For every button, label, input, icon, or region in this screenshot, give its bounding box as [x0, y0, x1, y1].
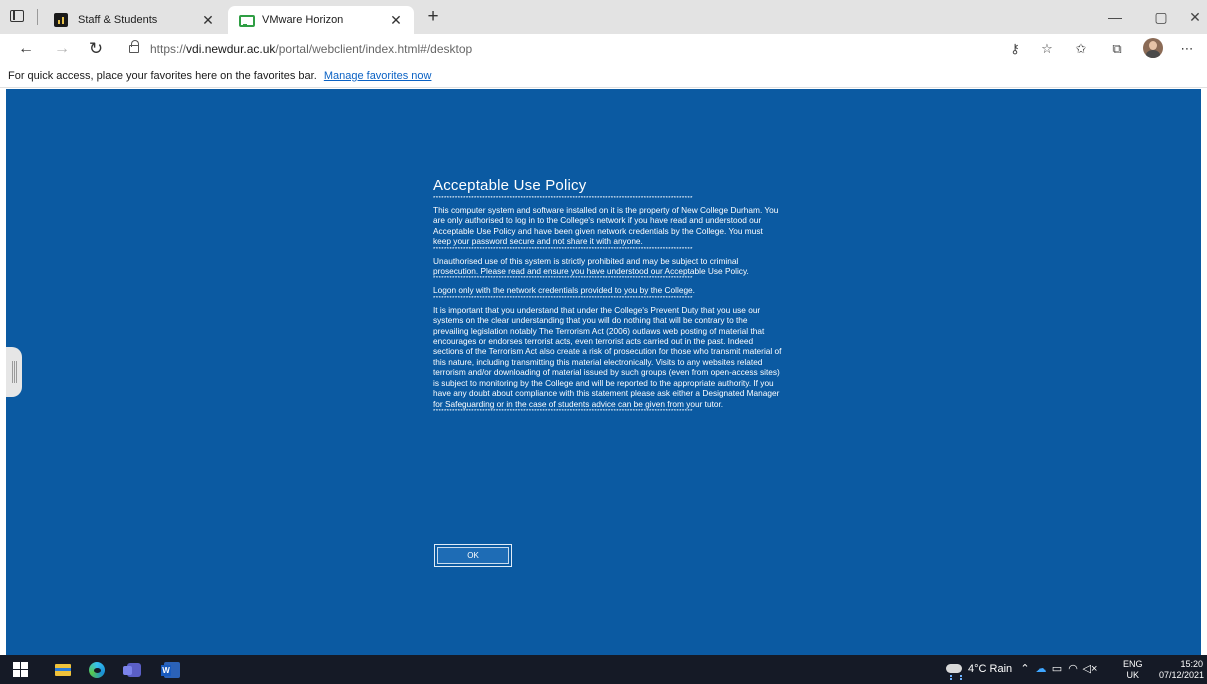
clock-time: 15:20 [1180, 659, 1203, 669]
vmware-horizon-icon [238, 13, 255, 27]
taskbar-clock[interactable]: 15:20 07/12/2021 [1159, 659, 1205, 681]
windows-start-icon[interactable] [10, 659, 32, 680]
favorites-bar-text: For quick access, place your favorites h… [8, 70, 431, 82]
weather-rain-icon[interactable] [946, 662, 962, 678]
weather-text[interactable]: 4°C Rain [968, 655, 1012, 684]
favorites-bar-message: For quick access, place your favorites h… [8, 70, 317, 82]
back-arrow-icon[interactable]: ← [14, 38, 38, 60]
divider-stars: ****************************************… [433, 276, 693, 283]
browser-toolbar: ← → ↻ https://vdi.newdur.ac.uk/portal/we… [0, 34, 1207, 64]
divider-stars: ****************************************… [433, 246, 693, 253]
key-icon[interactable]: ⚷ [1004, 39, 1026, 59]
close-window-button[interactable]: ✕ [1172, 6, 1207, 28]
battery-icon[interactable]: ▭ [1050, 655, 1064, 684]
policy-paragraph-4: It is important that you understand that… [433, 304, 782, 409]
remote-desktop-area[interactable]: Acceptable Use Policy ******************… [6, 89, 1201, 655]
policy-paragraph-2: Unauthorised use of this system is stric… [433, 255, 749, 277]
favorites-bar: For quick access, place your favorites h… [0, 64, 1207, 88]
ok-button[interactable]: OK [434, 544, 512, 567]
tab-title: VMware Horizon [262, 14, 344, 26]
url-host: vdi.newdur.ac.uk [186, 42, 276, 56]
tab-staff-students[interactable]: Staff & Students ✕ [44, 6, 226, 34]
volume-icon[interactable]: ◁× [1082, 655, 1098, 684]
divider-stars: ****************************************… [433, 408, 693, 415]
add-favorite-icon[interactable]: ☆ [1036, 39, 1058, 59]
tab-title: Staff & Students [78, 14, 158, 26]
new-tab-button[interactable]: + [422, 7, 444, 28]
lock-icon[interactable] [129, 40, 139, 53]
language-indicator[interactable]: ENG UK [1123, 659, 1143, 681]
bars-logo-icon [54, 13, 68, 27]
manage-favorites-link[interactable]: Manage favorites now [324, 70, 432, 82]
forward-arrow-icon[interactable]: → [50, 38, 74, 60]
tab-vmware-horizon[interactable]: VMware Horizon ✕ [228, 6, 414, 34]
clock-date: 07/12/2021 [1159, 670, 1205, 680]
close-tab-icon[interactable]: ✕ [200, 12, 216, 28]
policy-paragraph-1: This computer system and software instal… [433, 205, 779, 247]
taskbar: 4°C Rain ⌃ ☁ ▭ ◠ ◁× ENG UK 15:20 07/12/2… [0, 655, 1207, 684]
url-scheme: https:// [150, 42, 187, 56]
word-icon[interactable] [160, 659, 182, 680]
favorites-icon[interactable]: ✩ [1070, 39, 1092, 59]
onedrive-cloud-icon[interactable]: ☁ [1034, 655, 1048, 684]
sidebar-handle[interactable] [6, 347, 22, 397]
wifi-icon[interactable]: ◠ [1066, 655, 1080, 684]
file-explorer-icon[interactable] [52, 659, 74, 680]
dialog-title: Acceptable Use Policy [433, 177, 587, 194]
close-tab-icon[interactable]: ✕ [388, 12, 404, 28]
language-code: ENG [1123, 659, 1143, 669]
acceptable-use-dialog: Acceptable Use Policy ******************… [433, 177, 783, 416]
tab-strip: Staff & Students ✕ VMware Horizon ✕ + — … [0, 0, 1207, 34]
divider-stars: ****************************************… [433, 196, 693, 202]
url-path: /portal/webclient/index.html#/desktop [275, 42, 473, 56]
minimize-button[interactable]: — [1092, 6, 1138, 28]
reload-icon[interactable]: ↻ [84, 38, 108, 60]
tab-divider [37, 9, 38, 25]
collections-icon[interactable]: ⧉ [1106, 39, 1128, 59]
teams-icon[interactable] [122, 659, 144, 680]
language-region: UK [1126, 670, 1140, 680]
tab-actions-icon[interactable] [10, 10, 24, 22]
policy-paragraph-3: Logon only with the network credentials … [433, 285, 695, 296]
avatar[interactable] [1143, 38, 1163, 58]
divider-stars: ****************************************… [433, 295, 693, 302]
address-bar[interactable]: https://vdi.newdur.ac.uk/portal/webclien… [150, 42, 472, 56]
chevron-up-icon[interactable]: ⌃ [1018, 655, 1032, 684]
more-options-icon[interactable]: ⋯ [1176, 39, 1198, 59]
edge-browser-icon[interactable] [86, 659, 108, 680]
